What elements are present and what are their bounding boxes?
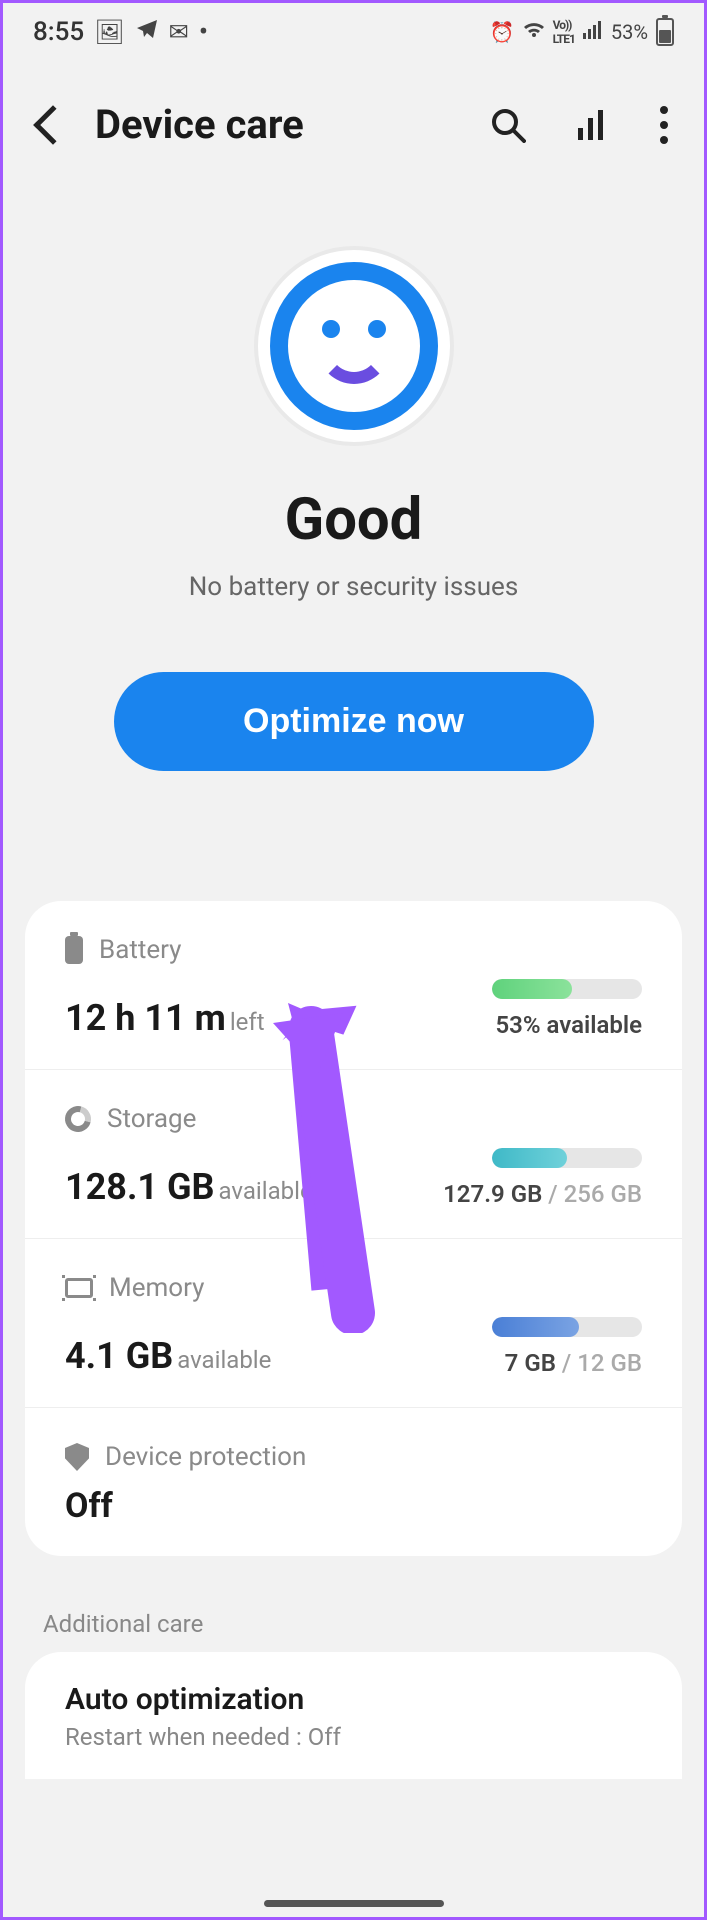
alarm-icon: ⏰ [490, 20, 515, 44]
hero-section: Good No battery or security issues Optim… [3, 176, 704, 811]
image-icon: 🖼 [94, 18, 124, 46]
status-illustration [254, 246, 454, 446]
app-header: Device care [3, 61, 704, 176]
protection-row[interactable]: Device protection Off [25, 1408, 682, 1556]
storage-row[interactable]: Storage 128.1 GBavailable 127.9 GB / 256… [25, 1070, 682, 1239]
memory-row[interactable]: Memory 4.1 GBavailable 7 GB / 12 GB [25, 1239, 682, 1408]
auto-optimization-row[interactable]: Auto optimization Restart when needed : … [25, 1652, 682, 1779]
battery-bar [492, 979, 642, 999]
hero-status-text: Good [33, 486, 674, 554]
clock-text: 8:55 [33, 17, 84, 47]
search-icon[interactable] [490, 107, 526, 143]
shield-icon [65, 1443, 89, 1471]
status-right: ⏰ Vo))LTE1 53% [490, 18, 674, 46]
status-left: 8:55 🖼 ✉ • [33, 17, 208, 47]
memory-label: Memory [109, 1273, 204, 1303]
battery-value: 12 h 11 mleft [65, 997, 265, 1039]
battery-row[interactable]: Battery 12 h 11 mleft 53% available [25, 901, 682, 1070]
battery-icon [656, 18, 674, 46]
chart-icon[interactable] [576, 108, 610, 142]
auto-optimization-subtitle: Restart when needed : Off [65, 1723, 642, 1751]
protection-value: Off [65, 1486, 642, 1526]
optimize-button[interactable]: Optimize now [114, 672, 594, 771]
storage-usage: 127.9 GB / 256 GB [443, 1180, 642, 1208]
memory-row-icon [65, 1278, 93, 1298]
memory-value: 4.1 GBavailable [65, 1335, 271, 1377]
storage-label: Storage [107, 1104, 196, 1134]
header-left: Device care [39, 101, 304, 148]
battery-label: Battery [99, 935, 181, 965]
header-actions [490, 106, 668, 144]
back-icon[interactable] [33, 105, 73, 145]
battery-percent-text: 53% [611, 20, 648, 44]
telegram-icon [135, 17, 159, 47]
signal-icon [583, 20, 603, 44]
memory-bar [492, 1317, 642, 1337]
storage-row-icon [60, 1101, 96, 1137]
volte-icon: Vo))LTE1 [553, 18, 575, 46]
nav-handle[interactable] [264, 1900, 444, 1907]
storage-value: 128.1 GBavailable [65, 1166, 313, 1208]
more-icon[interactable] [660, 106, 668, 144]
additional-care-header: Additional care [3, 1580, 704, 1652]
battery-available: 53% available [492, 1011, 642, 1039]
storage-bar [492, 1148, 642, 1168]
protection-label: Device protection [105, 1442, 306, 1472]
battery-row-icon [65, 936, 83, 964]
wifi-icon [523, 20, 545, 44]
smiley-icon [270, 262, 438, 430]
status-card: Battery 12 h 11 mleft 53% available Stor… [25, 901, 682, 1556]
mail-icon: ✉ [169, 18, 189, 46]
page-title: Device care [95, 101, 304, 148]
hero-subtitle: No battery or security issues [33, 572, 674, 602]
memory-usage: 7 GB / 12 GB [492, 1349, 642, 1377]
auto-optimization-title: Auto optimization [65, 1682, 642, 1717]
status-bar: 8:55 🖼 ✉ • ⏰ Vo))LTE1 53% [3, 3, 704, 61]
